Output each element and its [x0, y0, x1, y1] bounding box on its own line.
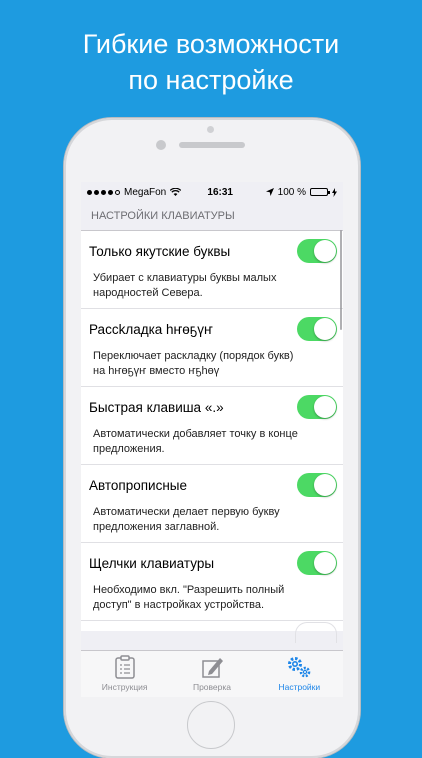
- tab-bar: Инструкция Проверка Настройки: [81, 650, 343, 697]
- setting-label: Только якутские буквы: [89, 243, 231, 259]
- settings-list: Только якутские буквы Убирает с клавиату…: [81, 231, 343, 643]
- gears-icon: [288, 657, 311, 678]
- tab-check[interactable]: Проверка: [168, 651, 255, 697]
- front-camera: [156, 140, 166, 150]
- scroll-indicator[interactable]: [340, 230, 342, 330]
- phone-frame: MegaFon 16:31 100 % НАСТРОЙКИ КЛАВИАТУРЫ…: [64, 118, 360, 758]
- location-arrow-icon: [265, 188, 274, 196]
- headline-line2: по настройке: [128, 65, 294, 95]
- section-header: НАСТРОЙКИ КЛАВИАТУРЫ: [81, 202, 343, 231]
- setting-label: Рассkладка һҥөҕүҥ: [89, 321, 213, 337]
- signal-strength-icon: [87, 189, 120, 195]
- tab-label: Настройки: [278, 682, 321, 692]
- setting-description: Убирает с клавиатуры буквы малых народно…: [81, 271, 343, 309]
- partial-next-row: [81, 621, 343, 643]
- battery-percent: 100 %: [277, 186, 306, 198]
- setting-description: Необходимо вкл. "Разрешить полный доступ…: [81, 583, 343, 621]
- yakut-letters-toggle[interactable]: [297, 239, 337, 263]
- status-time: 16:31: [207, 186, 233, 198]
- layout-toggle[interactable]: [297, 317, 337, 341]
- headline: Гибкие возможности по настройке: [0, 26, 422, 98]
- setting-row-quick-period: Быстрая клавиша «.»: [81, 387, 343, 427]
- autocapitalize-toggle[interactable]: [297, 473, 337, 497]
- home-button[interactable]: [187, 701, 235, 749]
- battery-icon: [310, 188, 330, 196]
- earpiece-speaker: [179, 142, 245, 148]
- status-bar: MegaFon 16:31 100 %: [81, 182, 343, 202]
- wifi-icon: [170, 188, 182, 196]
- charging-bolt-icon: [332, 187, 337, 197]
- setting-description: Автоматически делает первую букву предло…: [81, 505, 343, 543]
- setting-row-keyboard-clicks: Щелчки клавиатуры: [81, 543, 343, 583]
- keyboard-clicks-toggle[interactable]: [297, 551, 337, 575]
- headline-line1: Гибкие возможности: [82, 29, 340, 59]
- setting-row-yakut-letters: Только якутские буквы: [81, 231, 343, 271]
- tab-label: Проверка: [192, 682, 232, 692]
- phone-screen: MegaFon 16:31 100 % НАСТРОЙКИ КЛАВИАТУРЫ…: [81, 182, 343, 697]
- carrier-name: MegaFon: [124, 186, 167, 198]
- setting-description: Переключает раскладку (порядок букв) на …: [81, 349, 343, 387]
- clipboard-icon: [114, 655, 135, 679]
- proximity-sensor: [207, 126, 214, 133]
- pencil-icon: [202, 658, 223, 678]
- quick-period-toggle[interactable]: [297, 395, 337, 419]
- setting-description: Автоматически добавляет точку в конце пр…: [81, 427, 343, 465]
- tab-instruction[interactable]: Инструкция: [81, 651, 168, 697]
- setting-row-layout: Рассkладка һҥөҕүҥ: [81, 309, 343, 349]
- tab-label: Инструкция: [101, 682, 148, 692]
- setting-label: Автопрописные: [89, 477, 188, 493]
- setting-label: Быстрая клавиша «.»: [89, 399, 224, 415]
- setting-label: Щелчки клавиатуры: [89, 555, 215, 571]
- partial-toggle[interactable]: [295, 622, 337, 643]
- setting-row-autocapitalize: Автопрописные: [81, 465, 343, 505]
- tab-settings[interactable]: Настройки: [256, 651, 343, 697]
